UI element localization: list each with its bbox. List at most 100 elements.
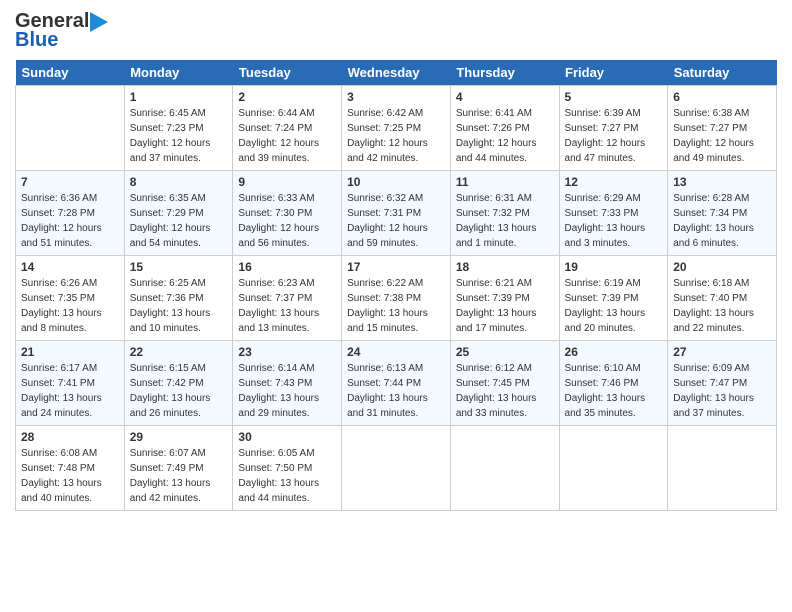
day-info: Sunrise: 6:44 AM Sunset: 7:24 PM Dayligh… — [238, 106, 336, 166]
calendar-cell: 3 Sunrise: 6:42 AM Sunset: 7:25 PM Daylig… — [342, 86, 451, 171]
calendar-cell: 13 Sunrise: 6:28 AM Sunset: 7:34 PM Dayli… — [668, 171, 777, 256]
header-sunday: Sunday — [16, 60, 125, 86]
calendar-week-0: 1 Sunrise: 6:45 AM Sunset: 7:23 PM Daylig… — [16, 86, 777, 171]
day-info: Sunrise: 6:22 AM Sunset: 7:38 PM Dayligh… — [347, 276, 445, 336]
day-number: 1 — [130, 90, 228, 104]
day-number: 9 — [238, 175, 336, 189]
day-number: 16 — [238, 260, 336, 274]
calendar-week-4: 28Sunrise: 6:08 AM Sunset: 7:48 PM Dayli… — [16, 426, 777, 511]
calendar-cell: 7Sunrise: 6:36 AM Sunset: 7:28 PM Daylig… — [16, 171, 125, 256]
calendar-cell: 22 Sunrise: 6:15 AM Sunset: 7:42 PM Dayli… — [124, 341, 233, 426]
day-info: Sunrise: 6:23 AM Sunset: 7:37 PM Dayligh… — [238, 276, 336, 336]
logo-blue: Blue — [15, 29, 58, 52]
calendar-cell: 14Sunrise: 6:26 AM Sunset: 7:35 PM Dayli… — [16, 256, 125, 341]
day-number: 26 — [565, 345, 663, 359]
day-number: 22 — [130, 345, 228, 359]
calendar-cell: 19Sunrise: 6:19 AM Sunset: 7:39 PM Dayli… — [559, 256, 668, 341]
calendar-cell: 12Sunrise: 6:29 AM Sunset: 7:33 PM Dayli… — [559, 171, 668, 256]
header-thursday: Thursday — [450, 60, 559, 86]
header-saturday: Saturday — [668, 60, 777, 86]
day-number: 19 — [565, 260, 663, 274]
day-info: Sunrise: 6:25 AM Sunset: 7:36 PM Dayligh… — [130, 276, 228, 336]
day-info: Sunrise: 6:35 AM Sunset: 7:29 PM Dayligh… — [130, 191, 228, 251]
day-number: 30 — [238, 430, 336, 444]
calendar-cell — [668, 426, 777, 511]
page-header: General Blue — [15, 10, 777, 52]
day-info: Sunrise: 6:45 AM Sunset: 7:23 PM Dayligh… — [130, 106, 228, 166]
day-info: Sunrise: 6:39 AM Sunset: 7:27 PM Dayligh… — [565, 106, 663, 166]
day-info: Sunrise: 6:33 AM Sunset: 7:30 PM Dayligh… — [238, 191, 336, 251]
day-info: Sunrise: 6:18 AM Sunset: 7:40 PM Dayligh… — [673, 276, 771, 336]
day-number: 21 — [21, 345, 119, 359]
calendar-cell: 29 Sunrise: 6:07 AM Sunset: 7:49 PM Dayli… — [124, 426, 233, 511]
calendar-header-row: SundayMondayTuesdayWednesdayThursdayFrid… — [16, 60, 777, 86]
calendar-cell: 21 Sunrise: 6:17 AM Sunset: 7:41 PM Dayli… — [16, 341, 125, 426]
calendar-cell: 11 Sunrise: 6:31 AM Sunset: 7:32 PM Dayli… — [450, 171, 559, 256]
day-info: Sunrise: 6:28 AM Sunset: 7:34 PM Dayligh… — [673, 191, 771, 251]
day-number: 8 — [130, 175, 228, 189]
day-info: Sunrise: 6:36 AM Sunset: 7:28 PM Dayligh… — [21, 191, 119, 251]
day-info: Sunrise: 6:17 AM Sunset: 7:41 PM Dayligh… — [21, 361, 119, 421]
header-wednesday: Wednesday — [342, 60, 451, 86]
calendar-cell: 25 Sunrise: 6:12 AM Sunset: 7:45 PM Dayli… — [450, 341, 559, 426]
day-number: 5 — [565, 90, 663, 104]
day-info: Sunrise: 6:13 AM Sunset: 7:44 PM Dayligh… — [347, 361, 445, 421]
calendar-cell: 27Sunrise: 6:09 AM Sunset: 7:47 PM Dayli… — [668, 341, 777, 426]
calendar-cell: 24 Sunrise: 6:13 AM Sunset: 7:44 PM Dayli… — [342, 341, 451, 426]
day-number: 10 — [347, 175, 445, 189]
header-monday: Monday — [124, 60, 233, 86]
day-number: 29 — [130, 430, 228, 444]
day-number: 24 — [347, 345, 445, 359]
day-info: Sunrise: 6:32 AM Sunset: 7:31 PM Dayligh… — [347, 191, 445, 251]
day-info: Sunrise: 6:05 AM Sunset: 7:50 PM Dayligh… — [238, 446, 336, 506]
day-number: 25 — [456, 345, 554, 359]
day-number: 2 — [238, 90, 336, 104]
calendar-cell: 4 Sunrise: 6:41 AM Sunset: 7:26 PM Daylig… — [450, 86, 559, 171]
day-number: 3 — [347, 90, 445, 104]
day-info: Sunrise: 6:07 AM Sunset: 7:49 PM Dayligh… — [130, 446, 228, 506]
day-number: 15 — [130, 260, 228, 274]
calendar-cell — [16, 86, 125, 171]
logo-arrow-icon — [90, 12, 108, 32]
day-number: 11 — [456, 175, 554, 189]
header-friday: Friday — [559, 60, 668, 86]
day-number: 6 — [673, 90, 771, 104]
calendar-cell: 5 Sunrise: 6:39 AM Sunset: 7:27 PM Daylig… — [559, 86, 668, 171]
calendar-cell: 6 Sunrise: 6:38 AM Sunset: 7:27 PM Daylig… — [668, 86, 777, 171]
calendar-week-3: 21 Sunrise: 6:17 AM Sunset: 7:41 PM Dayli… — [16, 341, 777, 426]
header-tuesday: Tuesday — [233, 60, 342, 86]
calendar-cell: 15 Sunrise: 6:25 AM Sunset: 7:36 PM Dayli… — [124, 256, 233, 341]
calendar-cell: 10 Sunrise: 6:32 AM Sunset: 7:31 PM Dayli… — [342, 171, 451, 256]
day-number: 18 — [456, 260, 554, 274]
calendar-cell: 9 Sunrise: 6:33 AM Sunset: 7:30 PM Daylig… — [233, 171, 342, 256]
calendar-cell — [342, 426, 451, 511]
day-number: 4 — [456, 90, 554, 104]
day-number: 13 — [673, 175, 771, 189]
day-info: Sunrise: 6:09 AM Sunset: 7:47 PM Dayligh… — [673, 361, 771, 421]
calendar-cell — [450, 426, 559, 511]
day-number: 23 — [238, 345, 336, 359]
day-info: Sunrise: 6:15 AM Sunset: 7:42 PM Dayligh… — [130, 361, 228, 421]
day-info: Sunrise: 6:29 AM Sunset: 7:33 PM Dayligh… — [565, 191, 663, 251]
calendar-cell: 1 Sunrise: 6:45 AM Sunset: 7:23 PM Daylig… — [124, 86, 233, 171]
calendar-cell: 23 Sunrise: 6:14 AM Sunset: 7:43 PM Dayli… — [233, 341, 342, 426]
day-info: Sunrise: 6:26 AM Sunset: 7:35 PM Dayligh… — [21, 276, 119, 336]
calendar-week-2: 14Sunrise: 6:26 AM Sunset: 7:35 PM Dayli… — [16, 256, 777, 341]
logo: General Blue — [15, 10, 109, 52]
calendar-cell: 17 Sunrise: 6:22 AM Sunset: 7:38 PM Dayli… — [342, 256, 451, 341]
day-number: 28 — [21, 430, 119, 444]
day-info: Sunrise: 6:12 AM Sunset: 7:45 PM Dayligh… — [456, 361, 554, 421]
calendar-cell: 8 Sunrise: 6:35 AM Sunset: 7:29 PM Daylig… — [124, 171, 233, 256]
calendar-cell: 2 Sunrise: 6:44 AM Sunset: 7:24 PM Daylig… — [233, 86, 342, 171]
day-number: 17 — [347, 260, 445, 274]
calendar-table: SundayMondayTuesdayWednesdayThursdayFrid… — [15, 60, 777, 511]
day-info: Sunrise: 6:38 AM Sunset: 7:27 PM Dayligh… — [673, 106, 771, 166]
day-info: Sunrise: 6:42 AM Sunset: 7:25 PM Dayligh… — [347, 106, 445, 166]
calendar-cell: 28Sunrise: 6:08 AM Sunset: 7:48 PM Dayli… — [16, 426, 125, 511]
day-info: Sunrise: 6:41 AM Sunset: 7:26 PM Dayligh… — [456, 106, 554, 166]
day-info: Sunrise: 6:14 AM Sunset: 7:43 PM Dayligh… — [238, 361, 336, 421]
calendar-cell: 30 Sunrise: 6:05 AM Sunset: 7:50 PM Dayli… — [233, 426, 342, 511]
calendar-week-1: 7Sunrise: 6:36 AM Sunset: 7:28 PM Daylig… — [16, 171, 777, 256]
calendar-cell: 20Sunrise: 6:18 AM Sunset: 7:40 PM Dayli… — [668, 256, 777, 341]
day-info: Sunrise: 6:31 AM Sunset: 7:32 PM Dayligh… — [456, 191, 554, 251]
